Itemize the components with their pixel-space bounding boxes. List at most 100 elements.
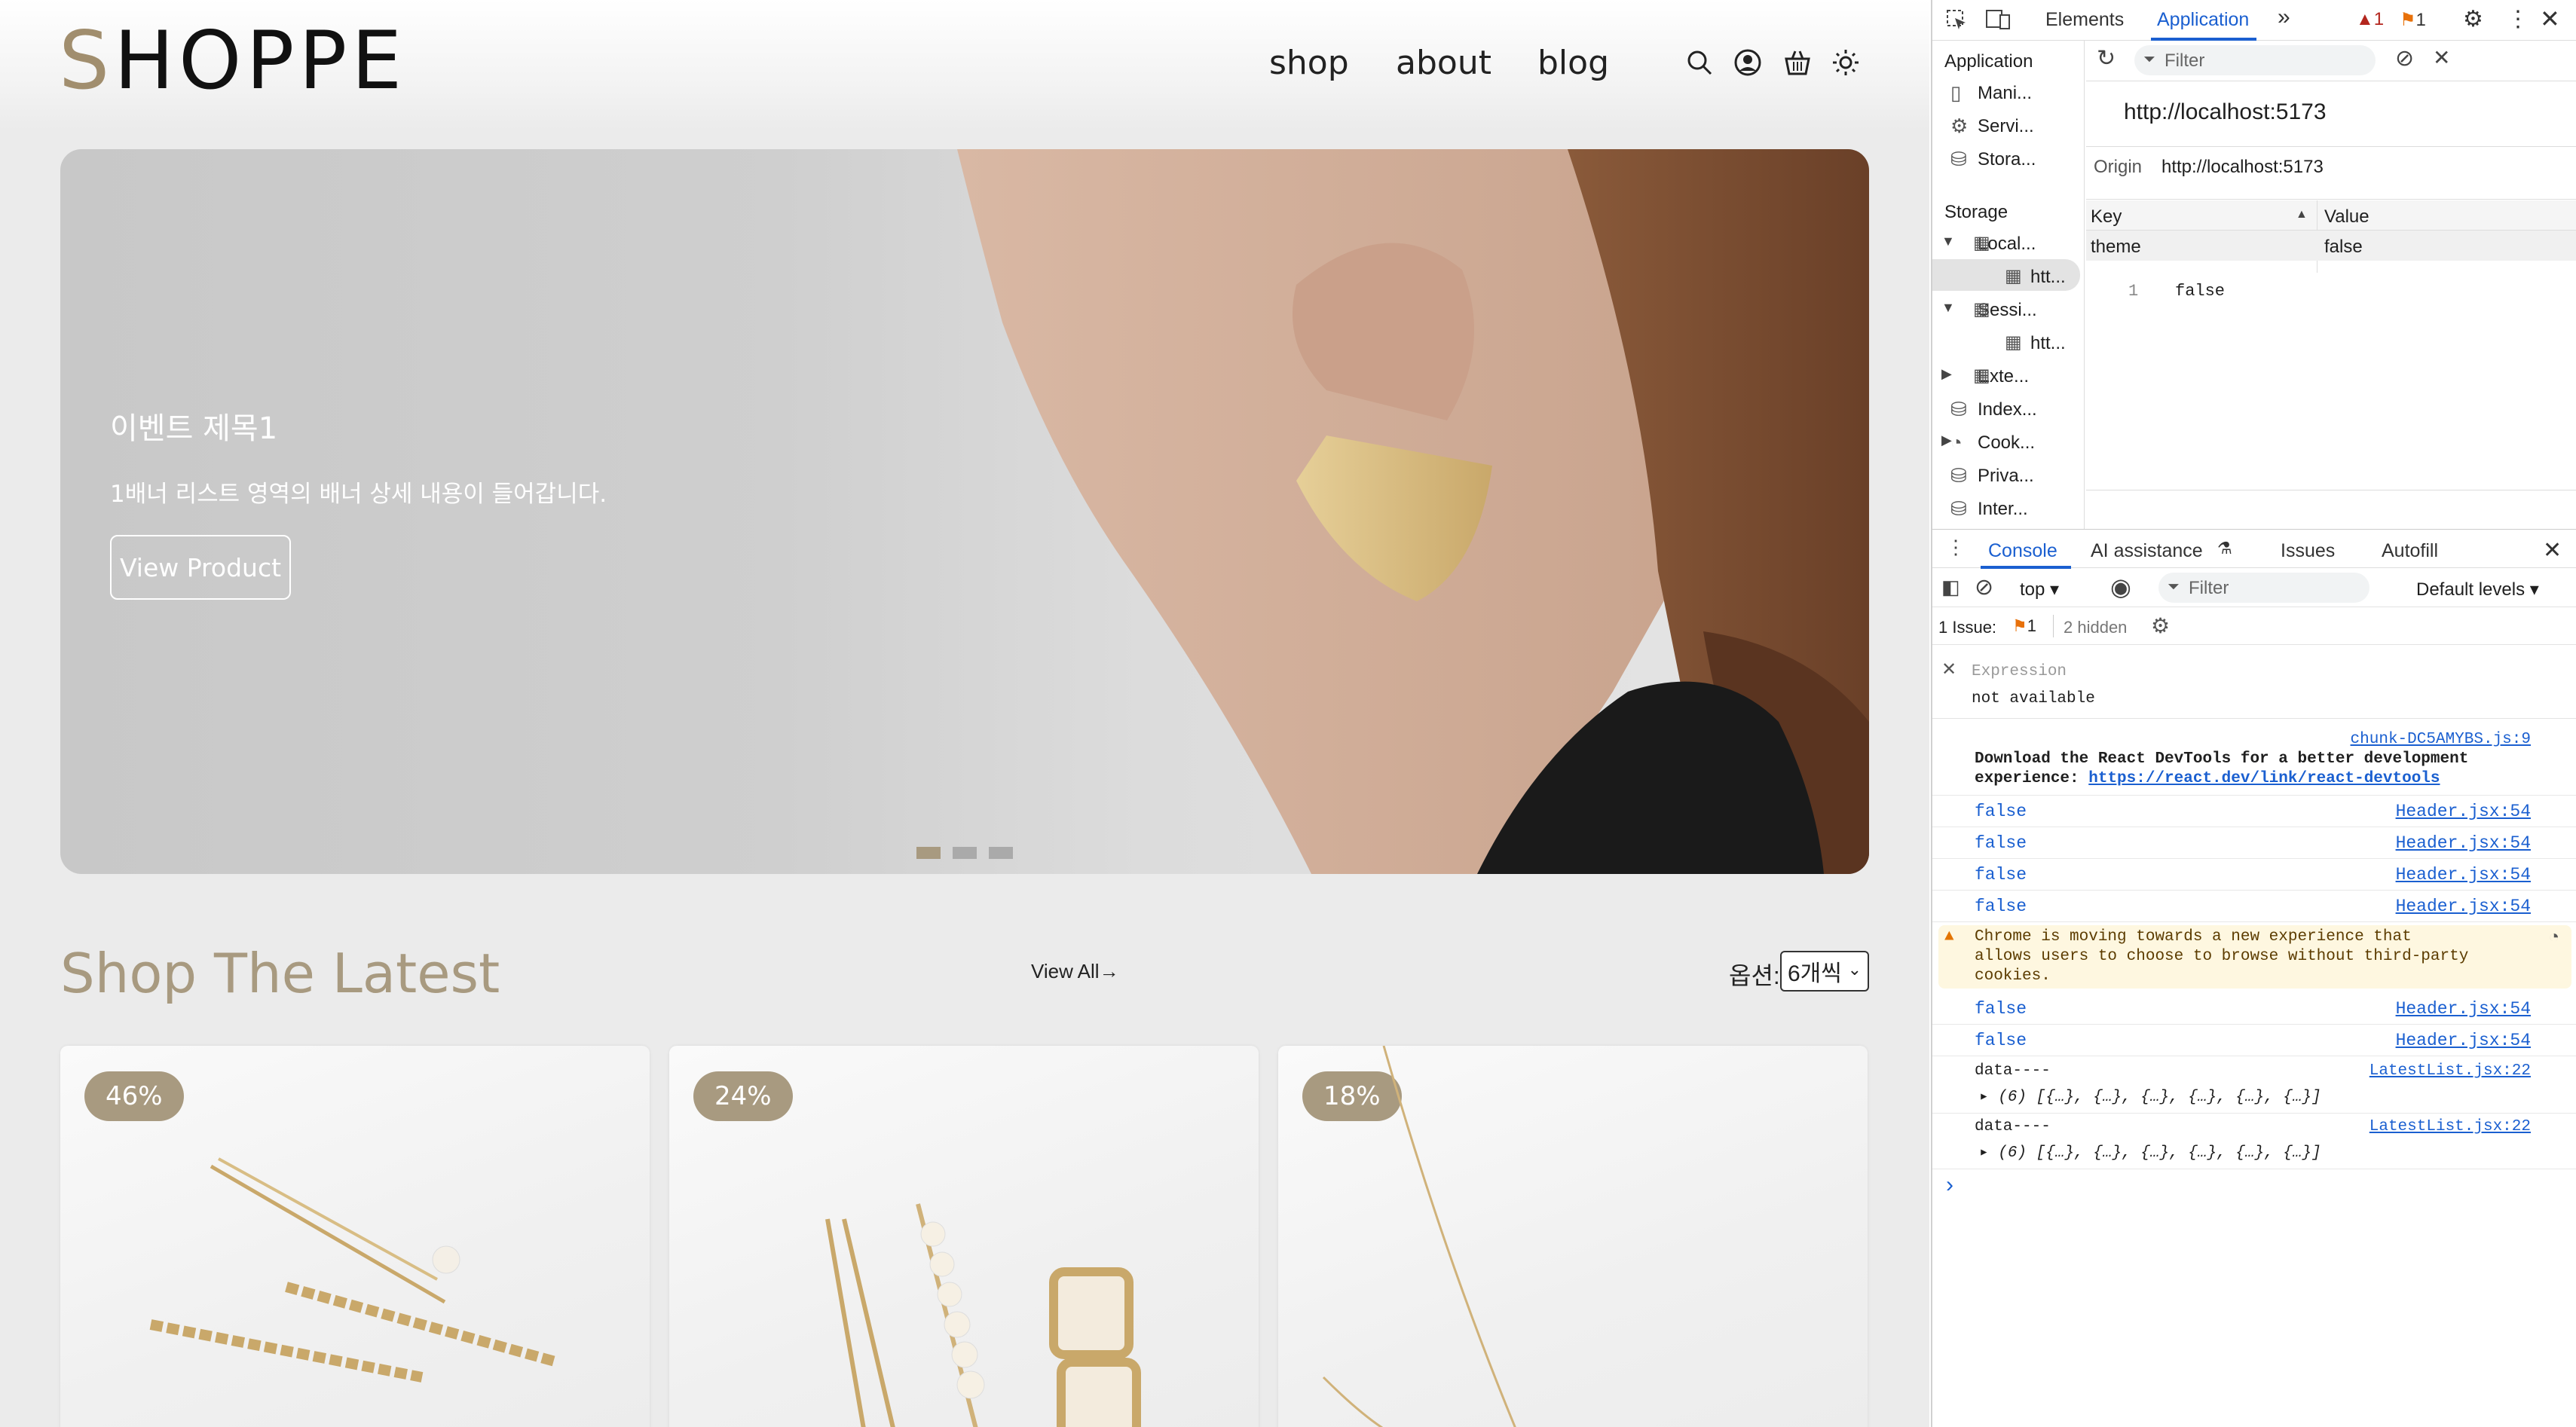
sidebar-toggle-icon[interactable]: ◧ xyxy=(1941,576,1960,599)
console-log-row[interactable]: false Header.jsx:54 xyxy=(1932,827,2576,859)
sidebar-item-service-workers[interactable]: Servi... xyxy=(1978,116,2034,137)
log-source-link[interactable]: Header.jsx:54 xyxy=(2396,833,2531,853)
issues-settings-icon[interactable]: ⚙ xyxy=(2151,613,2170,638)
collapse-arrow-icon[interactable]: ▶ xyxy=(1941,366,1952,382)
console-filter-input[interactable]: ⏷ Filter xyxy=(2158,573,2369,603)
hero-model-image xyxy=(957,149,1869,874)
column-value[interactable]: Value xyxy=(2324,206,2369,228)
warning-counter[interactable]: ▲1 xyxy=(2356,9,2384,30)
preview-value: false xyxy=(2175,282,2226,301)
cart-icon[interactable] xyxy=(1783,48,1812,77)
tab-ai-assistance[interactable]: AI assistance xyxy=(2091,540,2203,562)
carousel-dot-2[interactable] xyxy=(953,847,977,859)
option-label: 옵션: xyxy=(1729,962,1780,989)
close-devtools-icon[interactable]: ✕ xyxy=(2540,5,2560,33)
warning-line-1: Chrome is moving towards a new experienc… xyxy=(1975,928,2412,946)
filter-input[interactable]: ⏷ Filter xyxy=(2134,45,2376,75)
log-source-link[interactable]: Header.jsx:54 xyxy=(2396,865,2531,885)
expand-arrow-icon[interactable]: ▼ xyxy=(1941,300,1955,316)
log-source-link[interactable]: LatestList.jsx:22 xyxy=(2369,1062,2531,1080)
console-log-row[interactable]: false Header.jsx:54 xyxy=(1932,1025,2576,1056)
warning-icon: ▲ xyxy=(2356,9,2374,29)
console-log-row[interactable]: false Header.jsx:54 xyxy=(1932,891,2576,922)
console-log-row[interactable]: false Header.jsx:54 xyxy=(1932,993,2576,1025)
cookie-icon[interactable]: ◔ xyxy=(2549,928,2559,949)
log-value: false xyxy=(1975,1031,2027,1050)
console-log-row[interactable]: data---- LatestList.jsx:22 ▸ (6) [{…}, {… xyxy=(1932,1114,2576,1169)
log-source-link[interactable]: Header.jsx:54 xyxy=(2396,897,2531,916)
sort-ascending-icon[interactable]: ▲ xyxy=(2296,208,2308,222)
theme-toggle-icon[interactable] xyxy=(1831,48,1860,77)
page-size-select[interactable]: 6개씩 ⌄ xyxy=(1780,951,1869,992)
expression-input[interactable]: Expression xyxy=(1972,663,2067,680)
divider xyxy=(2086,199,2576,200)
product-card[interactable]: 24% xyxy=(669,1046,1259,1427)
storage-view: ↻ ⏷ Filter ⊘ ✕ http://localhost:5173 Ori… xyxy=(2086,41,2576,529)
log-source-link[interactable]: Header.jsx:54 xyxy=(2396,1031,2531,1050)
issues-counter[interactable]: ⚑1 xyxy=(2012,616,2036,636)
more-tabs-icon[interactable]: » xyxy=(2278,5,2290,30)
array-preview[interactable]: ▸ (6) [{…}, {…}, {…}, {…}, {…}, {…}] xyxy=(1979,1086,2321,1106)
hero-title: 이벤트 제목1 xyxy=(110,411,278,446)
product-card[interactable]: 18% xyxy=(1278,1046,1868,1427)
remove-expression-icon[interactable]: ✕ xyxy=(1941,658,1956,680)
console-log-row[interactable]: false Header.jsx:54 xyxy=(1932,796,2576,827)
sidebar-item-private-state[interactable]: Priva... xyxy=(1978,466,2034,487)
tab-elements[interactable]: Elements xyxy=(2045,9,2124,31)
tab-issues[interactable]: Issues xyxy=(2281,540,2335,562)
view-product-button[interactable]: View Product xyxy=(110,535,291,600)
console-toolbar: ◧ ⊘ top ▾ ◉ ⏷ Filter Default levels ▾ xyxy=(1932,568,2576,607)
drawer-menu-icon[interactable]: ⋮ xyxy=(1946,536,1966,559)
log-levels-dropdown[interactable]: Default levels ▾ xyxy=(2416,579,2539,600)
console-prompt[interactable]: › xyxy=(1946,1172,1953,1198)
clear-console-icon[interactable]: ⊘ xyxy=(1975,574,1993,600)
issue-counter[interactable]: ⚑1 xyxy=(2400,9,2426,31)
table-icon: ▦ xyxy=(1973,365,1990,386)
sidebar-item-manifest[interactable]: Mani... xyxy=(1978,83,2032,104)
hero-banner[interactable]: 이벤트 제목1 1배너 리스트 영역의 배너 상세 내용이 들어갑니다. Vie… xyxy=(60,149,1869,874)
device-toolbar-icon[interactable] xyxy=(1985,8,2011,32)
array-preview[interactable]: ▸ (6) [{…}, {…}, {…}, {…}, {…}, {…}] xyxy=(1979,1142,2321,1162)
nav-about[interactable]: about xyxy=(1396,44,1491,82)
context-selector[interactable]: top ▾ xyxy=(2020,579,2059,600)
clear-all-icon[interactable]: ⊘ xyxy=(2395,45,2414,72)
log-source-link[interactable]: Header.jsx:54 xyxy=(2396,999,2531,1019)
carousel-dot-3[interactable] xyxy=(989,847,1013,859)
carousel-dot-1[interactable] xyxy=(916,847,941,859)
tab-autofill[interactable]: Autofill xyxy=(2382,540,2438,562)
refresh-icon[interactable]: ↻ xyxy=(2097,45,2116,72)
sidebar-item-indexeddb[interactable]: Index... xyxy=(1978,399,2037,420)
log-source-link[interactable]: Header.jsx:54 xyxy=(2396,802,2531,821)
product-card[interactable]: 46% xyxy=(60,1046,650,1427)
delete-selected-icon[interactable]: ✕ xyxy=(2433,45,2450,70)
expand-arrow-icon[interactable]: ▼ xyxy=(1941,234,1955,249)
message-source-link[interactable]: chunk-DC5AMYBS.js:9 xyxy=(2351,731,2531,748)
kebab-menu-icon[interactable]: ⋮ xyxy=(2507,6,2529,32)
sidebar-item-local-origin[interactable]: htt... xyxy=(2030,267,2066,288)
tab-application[interactable]: Application xyxy=(2157,9,2249,31)
console-log-row[interactable]: data---- LatestList.jsx:22 ▸ (6) [{…}, {… xyxy=(1932,1058,2576,1114)
console-warning[interactable]: ▲ Chrome is moving towards a new experie… xyxy=(1938,925,2571,989)
site-logo[interactable]: SHOPPE xyxy=(59,21,406,101)
log-source-link[interactable]: LatestList.jsx:22 xyxy=(2369,1118,2531,1135)
console-log-row[interactable]: false Header.jsx:54 xyxy=(1932,859,2576,891)
warning-icon: ▲ xyxy=(1944,928,1954,946)
nav-shop[interactable]: shop xyxy=(1269,44,1349,82)
close-drawer-icon[interactable]: ✕ xyxy=(2543,537,2562,564)
react-devtools-link[interactable]: https://react.dev/link/react-devtools xyxy=(2088,770,2440,787)
nav-blog[interactable]: blog xyxy=(1537,44,1609,82)
sidebar-item-cookies[interactable]: Cook... xyxy=(1978,432,2035,454)
sidebar-item-interest-groups[interactable]: Inter... xyxy=(1978,499,2028,520)
inspect-element-icon[interactable] xyxy=(1944,8,1969,32)
pearl-pins-image xyxy=(825,1203,1141,1427)
view-all-link[interactable]: View All→ xyxy=(1031,960,1119,983)
search-icon[interactable] xyxy=(1685,48,1714,77)
settings-gear-icon[interactable]: ⚙ xyxy=(2463,6,2483,32)
user-icon[interactable] xyxy=(1733,48,1762,77)
tab-console[interactable]: Console xyxy=(1988,540,2057,562)
sidebar-item-storage[interactable]: Stora... xyxy=(1978,149,2036,170)
filter-icon: ⏷ xyxy=(2168,579,2180,595)
column-key[interactable]: Key xyxy=(2091,206,2122,228)
sidebar-item-session-origin[interactable]: htt... xyxy=(2030,333,2066,354)
live-expression-eye-icon[interactable]: ◉ xyxy=(2110,573,2131,601)
